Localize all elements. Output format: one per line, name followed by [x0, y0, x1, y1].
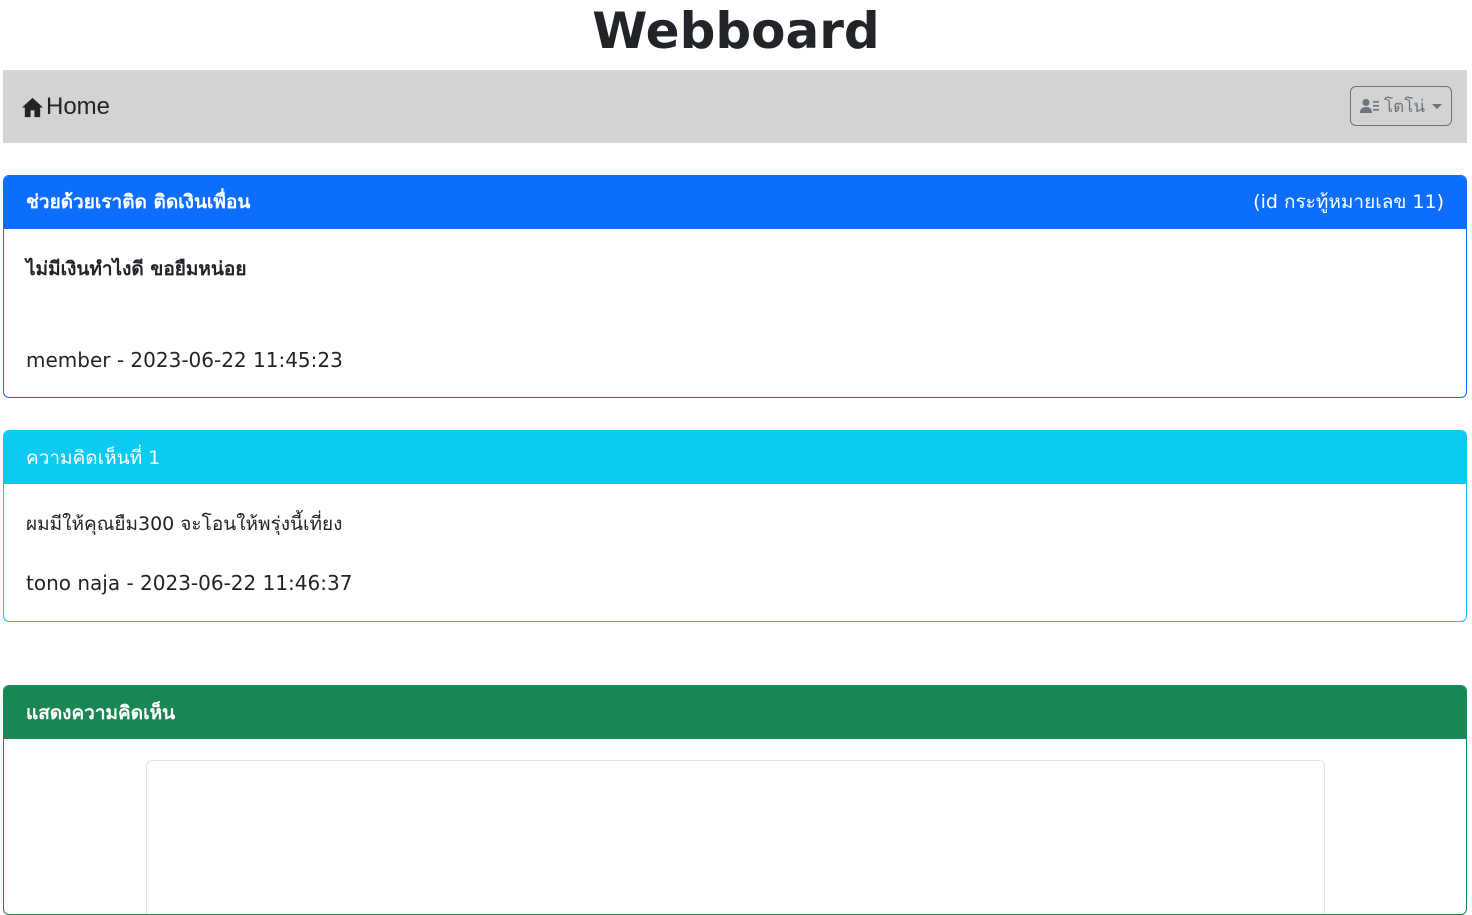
topic-title: ช่วยด้วยเราติด ติดเงินเพื่อน: [26, 191, 251, 213]
home-link[interactable]: Home: [21, 92, 110, 122]
topic-body: ไม่มีเงินทำไงดี ขอยืมหน่อย: [26, 258, 247, 280]
comment-body: ผมมีให้คุณยืม300 จะโอนให้พรุ่งนี้เที่ยง: [26, 513, 343, 535]
topic-card-header: ช่วยด้วยเราติด ติดเงินเพื่อน (id กระทู้ห…: [4, 176, 1466, 229]
user-dropdown-button[interactable]: โตโน่: [1350, 86, 1452, 126]
topic-card: ช่วยด้วยเราติด ติดเงินเพื่อน (id กระทู้ห…: [3, 175, 1467, 398]
topic-id: (id กระทู้หมายเลข 11): [1253, 191, 1444, 213]
house-icon: [21, 97, 44, 117]
user-list-icon: [1360, 99, 1380, 113]
topic-meta: member - 2023-06-22 11:45:23: [26, 348, 343, 372]
navbar: Home โตโน่: [3, 70, 1467, 143]
chevron-down-icon: [1431, 103, 1442, 109]
user-name: โตโน่: [1384, 96, 1425, 117]
reply-card-header: แสดงความคิดเห็น: [4, 686, 1466, 739]
comment-title: ความคิดเห็นที่ 1: [26, 446, 161, 469]
home-label: Home: [46, 93, 111, 120]
comment-meta: tono naja - 2023-06-22 11:46:37: [26, 571, 353, 595]
comment-card-header: ความคิดเห็นที่ 1: [4, 431, 1466, 484]
page-title: Webboard: [592, 2, 880, 60]
reply-card: แสดงความคิดเห็น: [3, 685, 1467, 915]
reply-title: แสดงความคิดเห็น: [26, 701, 176, 724]
comment-textarea[interactable]: [146, 760, 1325, 914]
comment-card: ความคิดเห็นที่ 1 ผมมีให้คุณยืม300 จะโอนใ…: [3, 430, 1467, 622]
